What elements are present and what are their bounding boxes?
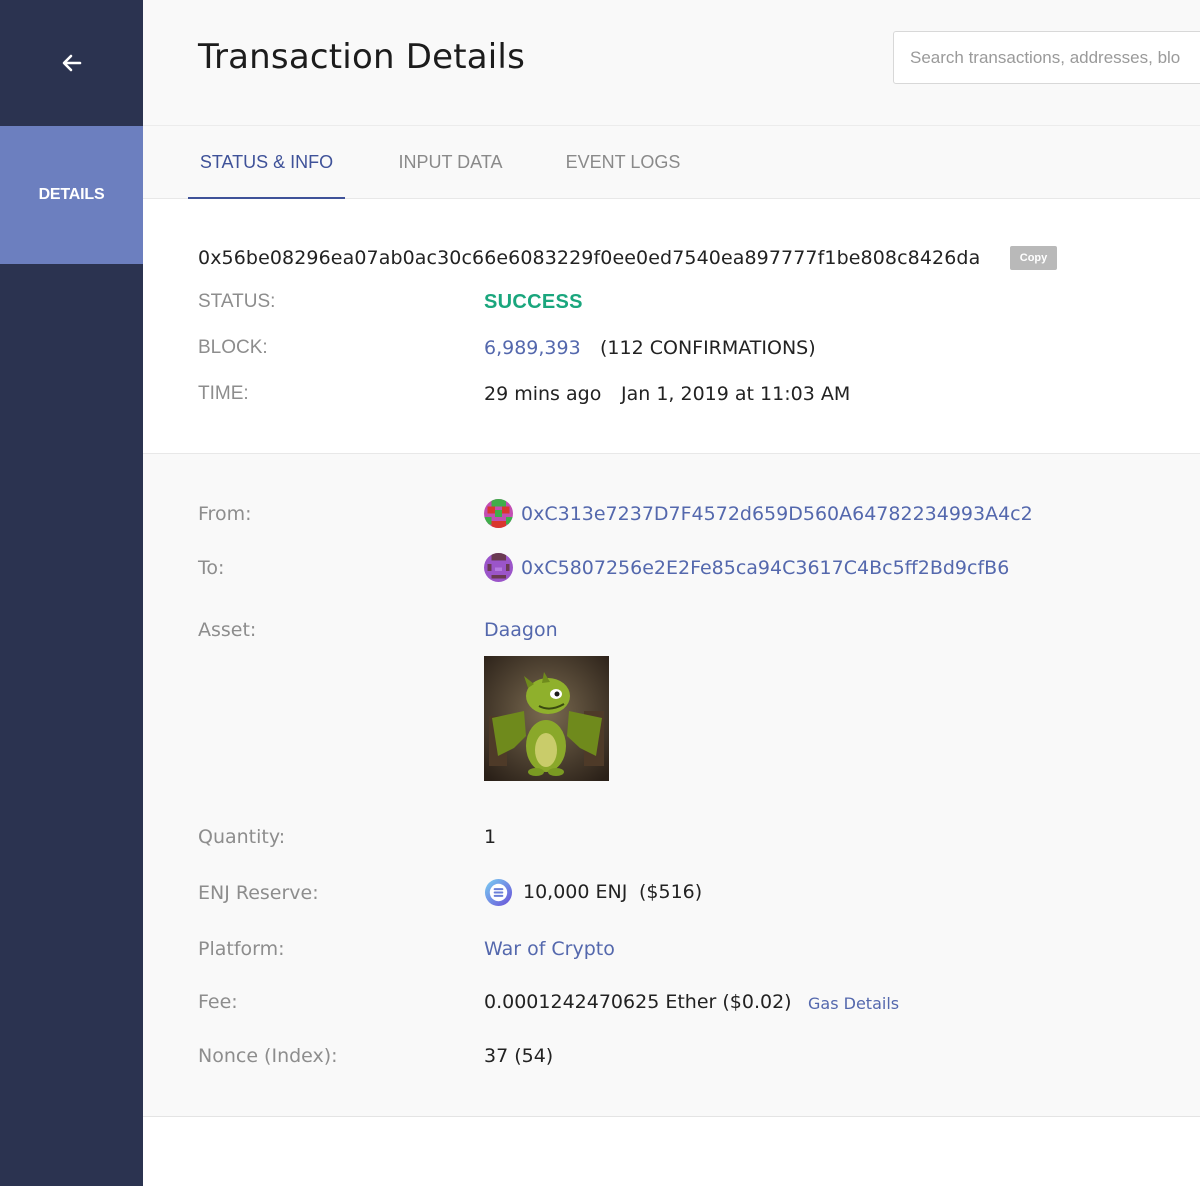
page-title: Transaction Details [198, 37, 525, 77]
block-confirmations: (112 CONFIRMATIONS) [600, 337, 816, 359]
enj-coin-icon [484, 878, 513, 907]
tab-bar: STATUS & INFO INPUT DATA EVENT LOGS [143, 126, 1200, 200]
to-avatar [484, 553, 513, 582]
sidebar-item-label: DETAILS [38, 186, 105, 203]
search-input[interactable] [893, 31, 1200, 84]
tab-input-data[interactable]: INPUT DATA [388, 126, 513, 199]
enj-reserve-value: 10,000 ENJ [523, 881, 628, 903]
back-button[interactable] [0, 0, 143, 126]
arrow-left-icon [62, 54, 81, 72]
copy-button[interactable]: Copy [1010, 246, 1057, 270]
time-absolute: Jan 1, 2019 at 11:03 AM [621, 383, 851, 405]
time-relative: 29 mins ago [484, 383, 602, 405]
to-label: To: [198, 557, 225, 579]
from-avatar [484, 499, 513, 528]
block-label: BLOCK: [198, 337, 268, 358]
nonce-value: 37 (54) [484, 1045, 554, 1067]
asset-label: Asset: [198, 619, 257, 641]
tab-status-info[interactable]: STATUS & INFO [188, 126, 345, 200]
transaction-details: From: 0xC313e7237D7F4572d659D560A6478223… [143, 454, 1200, 1117]
quantity-label: Quantity: [198, 826, 286, 848]
status-label: STATUS: [198, 291, 276, 312]
enj-reserve-usd: ($516) [639, 881, 703, 903]
sidebar-item-details[interactable]: DETAILS [0, 126, 143, 264]
nonce-label: Nonce (Index): [198, 1045, 338, 1067]
to-address-link[interactable]: 0xC5807256e2E2Fe85ca94C3617C4Bc5ff2Bd9cf… [521, 557, 1009, 579]
tab-event-logs[interactable]: EVENT LOGS [558, 126, 688, 199]
asset-name-link[interactable]: Daagon [484, 619, 558, 641]
asset-image[interactable] [484, 656, 609, 781]
fee-label: Fee: [198, 991, 238, 1013]
status-value: SUCCESS [484, 291, 583, 313]
sidebar: DETAILS [0, 0, 143, 1186]
header: Transaction Details [143, 0, 1200, 126]
from-address-link[interactable]: 0xC313e7237D7F4572d659D560A64782234993A4… [521, 503, 1033, 525]
quantity-value: 1 [484, 826, 497, 848]
from-label: From: [198, 503, 252, 525]
platform-label: Platform: [198, 938, 285, 960]
transaction-info: 0x56be08296ea07ab0ac30c66e6083229f0ee0ed… [143, 199, 1200, 454]
platform-link[interactable]: War of Crypto [484, 938, 615, 960]
fee-value: 0.0001242470625 Ether ($0.02) [484, 991, 792, 1013]
enj-reserve-label: ENJ Reserve: [198, 882, 319, 904]
transaction-hash: 0x56be08296ea07ab0ac30c66e6083229f0ee0ed… [198, 247, 981, 269]
time-label: TIME: [198, 383, 249, 404]
gas-details-link[interactable]: Gas Details [808, 994, 899, 1013]
block-number-link[interactable]: 6,989,393 [484, 337, 581, 359]
